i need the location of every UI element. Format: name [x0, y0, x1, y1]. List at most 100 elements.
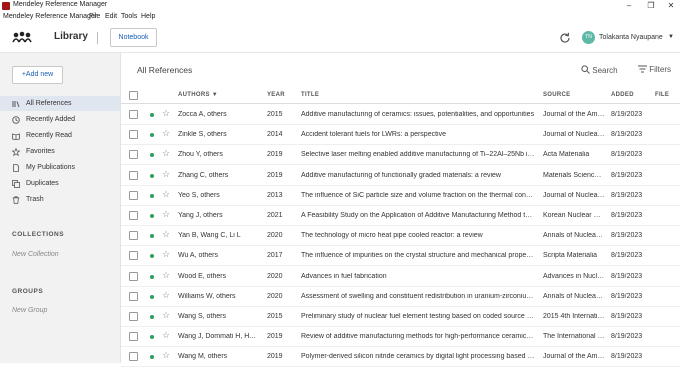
favorite-star-icon[interactable]: ☆: [162, 148, 170, 159]
table-row[interactable]: ☆ Yan B, Wang C, Li L 2020 The technology o…: [121, 226, 680, 247]
row-checkbox[interactable]: [129, 271, 138, 281]
column-authors[interactable]: AUTHORS ▼: [178, 92, 218, 98]
table-row[interactable]: ☆ Zinkle S, others 2014 Accident tolerant f…: [121, 125, 680, 146]
cell-title: Review of additive manufacturing methods…: [301, 333, 535, 341]
table-row[interactable]: ☆ Wood E, others 2020 Advances in fuel fabr…: [121, 267, 680, 287]
column-file[interactable]: FILE: [655, 92, 669, 98]
cell-title: Additive manufacturing of functionally g…: [301, 171, 501, 179]
cell-year: 2013: [267, 191, 283, 199]
new-collection-link[interactable]: New Collection: [12, 251, 59, 258]
cell-source: Korean Nuclear Society: [543, 212, 605, 219]
row-checkbox[interactable]: [129, 130, 138, 140]
collections-heading: COLLECTIONS: [12, 231, 65, 238]
table-row[interactable]: ☆ Zocca A, others 2015 Additive manufacturi…: [121, 105, 680, 125]
favorite-star-icon[interactable]: ☆: [162, 249, 170, 260]
cell-year: 2020: [267, 292, 283, 300]
cell-added: 8/19/2023: [611, 151, 643, 159]
search-button[interactable]: Search: [581, 65, 618, 75]
sidebar-item-trash[interactable]: Trash: [0, 192, 120, 207]
filters-button[interactable]: Filters: [638, 65, 671, 74]
table-row[interactable]: ☆ Wu A, others 2017 The influence of impuri…: [121, 246, 680, 267]
user-name[interactable]: Tolakanta Nyaupane: [599, 34, 663, 41]
sidebar-item-recently-added[interactable]: Recently Added: [0, 112, 120, 127]
row-checkbox[interactable]: [129, 251, 138, 261]
cell-added: 8/19/2023: [611, 272, 643, 280]
cell-title: Accident tolerant fuels for LWRs: a pers…: [301, 131, 446, 139]
row-checkbox[interactable]: [129, 352, 138, 362]
menu-app[interactable]: Mendeley Reference Manager: [3, 13, 97, 20]
cell-source: The International Journal of Advanced: [543, 333, 605, 341]
sidebar-item-recently-read[interactable]: Recently Read: [0, 128, 120, 143]
read-status-icon: [150, 294, 154, 299]
cell-source: 2015 4th International Conference: [543, 313, 605, 320]
favorite-star-icon[interactable]: ☆: [162, 310, 170, 321]
sidebar-item-all-references[interactable]: All References: [0, 96, 120, 111]
list-title: All References: [137, 65, 193, 75]
menu-help[interactable]: Help: [141, 13, 155, 20]
table-row[interactable]: ☆ Williams W, others 2020 Assessment of swe…: [121, 287, 680, 307]
favorite-star-icon[interactable]: ☆: [162, 189, 170, 200]
sidebar-item-label: My Publications: [26, 164, 76, 171]
cell-source: Journal of Nuclear Materials: [543, 191, 605, 199]
sidebar: +Add new All References Recently Added R…: [0, 53, 121, 363]
cell-authors: Wood E, others: [178, 272, 227, 280]
row-checkbox[interactable]: [129, 332, 138, 342]
favorite-star-icon[interactable]: ☆: [162, 229, 170, 240]
favorite-star-icon[interactable]: ☆: [162, 209, 170, 220]
table-row[interactable]: ☆ Zhang C, others 2019 Additive manufacturi…: [121, 166, 680, 186]
menu-tools[interactable]: Tools: [121, 13, 137, 20]
favorite-star-icon[interactable]: ☆: [162, 270, 170, 281]
sidebar-item-my-publications[interactable]: My Publications: [0, 160, 120, 175]
trash-icon: [12, 196, 20, 204]
open-book-icon: [12, 133, 20, 140]
column-added[interactable]: ADDED: [611, 92, 634, 98]
notebook-button[interactable]: Notebook: [110, 28, 157, 47]
row-checkbox[interactable]: [129, 110, 138, 119]
favorite-star-icon[interactable]: ☆: [162, 169, 170, 180]
app-logo-icon: [2, 2, 10, 10]
column-year[interactable]: YEAR: [267, 92, 285, 98]
add-new-button[interactable]: +Add new: [12, 66, 63, 84]
cell-title: Preliminary study of nuclear fuel elemen…: [301, 313, 535, 320]
row-checkbox[interactable]: [129, 291, 138, 301]
table-row[interactable]: ☆ Wang M, others 2019 Polymer-derived silic…: [121, 347, 680, 367]
row-checkbox[interactable]: [129, 312, 138, 321]
sort-down-icon: ▼: [211, 92, 218, 98]
favorite-star-icon[interactable]: ☆: [162, 108, 170, 119]
row-checkbox[interactable]: [129, 150, 138, 160]
table-row[interactable]: ☆ Zhou Y, others 2019 Selective laser melti…: [121, 145, 680, 166]
new-group-link[interactable]: New Group: [12, 307, 47, 314]
menu-edit[interactable]: Edit: [105, 13, 117, 20]
table-row[interactable]: ☆ Yeo S, others 2013 The influence of SiC p…: [121, 186, 680, 206]
cell-title: The influence of impurities on the cryst…: [301, 252, 535, 260]
favorite-star-icon[interactable]: ☆: [162, 330, 170, 341]
row-checkbox[interactable]: [129, 190, 138, 200]
minimize-icon[interactable]: –: [622, 0, 636, 11]
column-title[interactable]: TITLE: [301, 92, 319, 98]
select-all-checkbox[interactable]: [129, 91, 138, 100]
cell-added: 8/19/2023: [611, 353, 643, 361]
table-row[interactable]: ☆ Wang J, Dommati H, H... 2019 Review of ad…: [121, 327, 680, 348]
favorite-star-icon[interactable]: ☆: [162, 290, 170, 301]
table-row[interactable]: ☆ Wang S, others 2015 Preliminary study of …: [121, 307, 680, 327]
row-checkbox[interactable]: [129, 170, 138, 180]
menu-file[interactable]: File: [89, 13, 100, 20]
add-new-label: Add new: [25, 71, 54, 78]
favorite-star-icon[interactable]: ☆: [162, 350, 170, 361]
sync-icon[interactable]: [559, 32, 571, 44]
avatar[interactable]: TN: [582, 31, 595, 44]
maximize-icon[interactable]: ❐: [644, 0, 658, 11]
sidebar-item-duplicates[interactable]: Duplicates: [0, 176, 120, 191]
cell-authors: Yan B, Wang C, Li L: [178, 232, 241, 240]
groups-heading: GROUPS: [12, 288, 44, 295]
cell-source: Advances in Nuclear Fuel: [543, 272, 605, 280]
favorite-star-icon[interactable]: ☆: [162, 128, 170, 139]
chevron-down-icon[interactable]: ▼: [668, 34, 674, 40]
column-source[interactable]: SOURCE: [543, 92, 570, 98]
table-row[interactable]: ☆ Yang J, others 2021 A Feasibility Study o…: [121, 206, 680, 226]
close-icon[interactable]: ✕: [664, 0, 678, 11]
row-checkbox[interactable]: [129, 211, 138, 220]
read-status-icon: [150, 254, 154, 259]
row-checkbox[interactable]: [129, 231, 138, 241]
sidebar-item-favorites[interactable]: Favorites: [0, 144, 120, 159]
